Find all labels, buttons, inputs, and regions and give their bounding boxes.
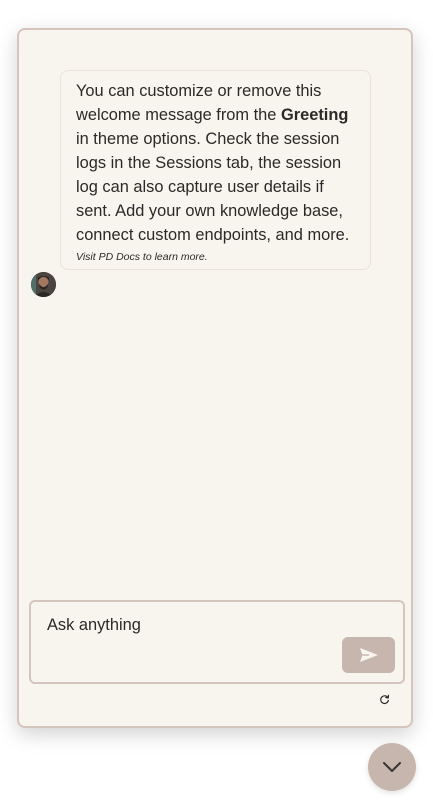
refresh-icon (379, 694, 389, 704)
send-arrow-icon (359, 648, 378, 662)
chat-window: You can customize or remove this welcome… (17, 28, 413, 728)
message-text: You can customize or remove this welcome… (76, 79, 356, 247)
refresh-button[interactable] (377, 692, 391, 706)
docs-link[interactable]: Visit PD Docs to learn more. (76, 251, 356, 263)
chevron-down-icon (383, 762, 401, 772)
collapse-chat-button[interactable] (368, 743, 416, 791)
message-input[interactable] (47, 616, 327, 635)
message-bubble: You can customize or remove this welcome… (60, 70, 371, 270)
message-text-part: in theme options. Check the session logs… (76, 130, 350, 244)
send-button[interactable] (342, 637, 395, 673)
bot-avatar (31, 272, 56, 297)
message-composer (29, 600, 405, 684)
avatar-photo-icon (31, 272, 56, 297)
greeting-bold-text: Greeting (280, 106, 349, 124)
